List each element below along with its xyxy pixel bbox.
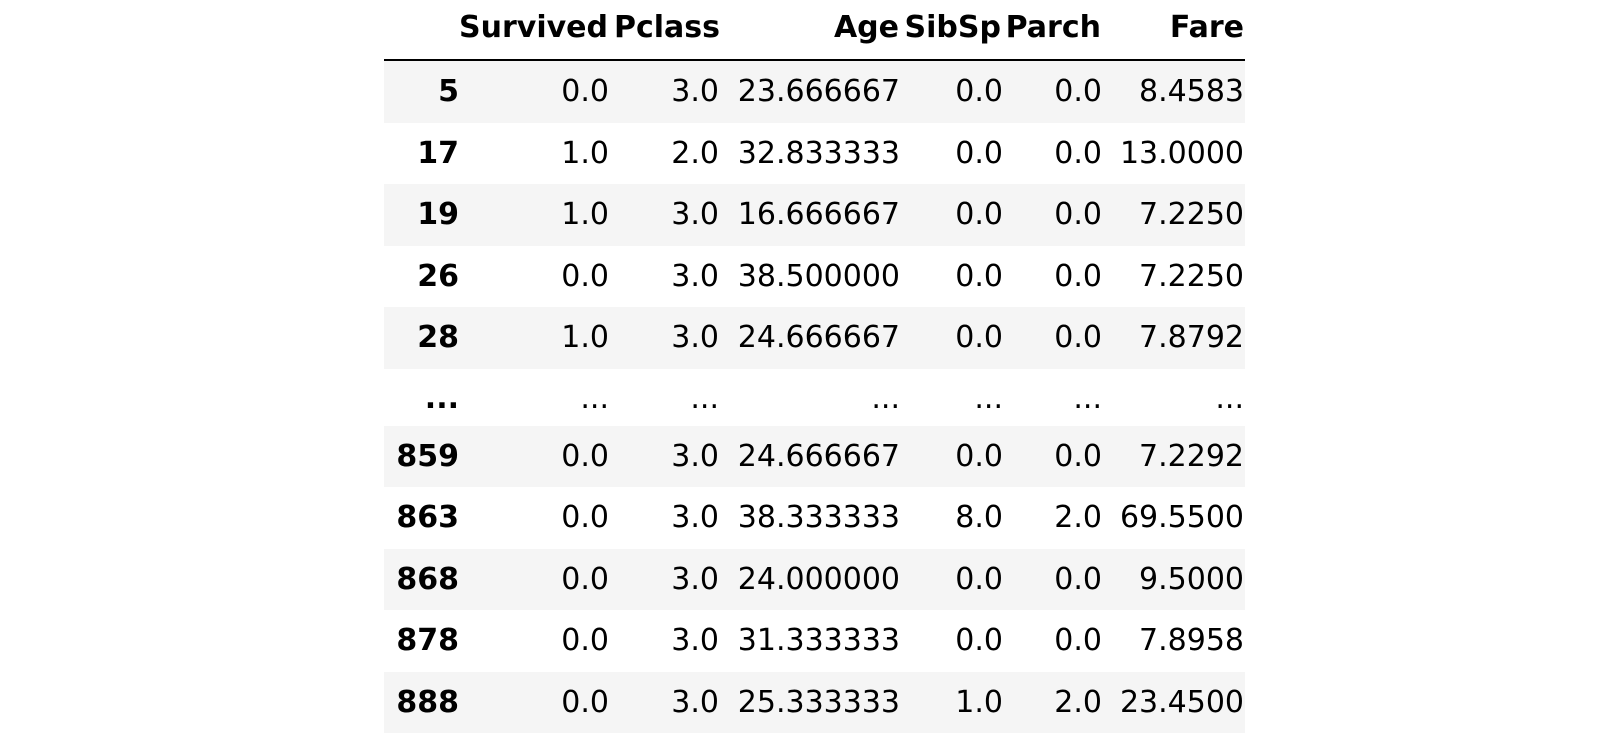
cell-parch: ...: [1073, 380, 1102, 416]
cell-parch: 2.0: [1054, 684, 1102, 720]
cell-survived: 1.0: [561, 320, 609, 356]
table-row: 878 0.0 3.0 31.333333 0.0 0.0 7.8958: [384, 610, 1245, 672]
cell-pclass: 3.0: [671, 500, 719, 536]
row-index: 878: [396, 623, 459, 659]
header-age: Age: [833, 10, 899, 45]
cell-survived: ...: [580, 380, 609, 416]
cell-fare: 9.5000: [1139, 561, 1244, 597]
cell-parch: 0.0: [1054, 438, 1102, 474]
cell-age: 24.000000: [737, 561, 900, 597]
cell-age: 38.500000: [737, 258, 900, 294]
cell-pclass: 3.0: [671, 438, 719, 474]
row-index: 5: [438, 74, 459, 110]
dataframe-table: Survived Pclass Age SibSp Parch Fare 5 0.…: [384, 0, 1245, 733]
row-index: 17: [417, 135, 459, 171]
cell-fare: 7.2292: [1139, 438, 1244, 474]
cell-sibsp: 0.0: [955, 197, 1003, 233]
cell-fare: 7.8792: [1139, 320, 1244, 356]
cell-age: 32.833333: [737, 135, 900, 171]
cell-age: ...: [871, 380, 900, 416]
cell-survived: 0.0: [561, 258, 609, 294]
cell-sibsp: 0.0: [955, 438, 1003, 474]
cell-sibsp: 0.0: [955, 623, 1003, 659]
cell-survived: 1.0: [561, 197, 609, 233]
row-index: 888: [396, 684, 459, 720]
table-row: 26 0.0 3.0 38.500000 0.0 0.0 7.2250: [384, 246, 1245, 308]
cell-sibsp: 0.0: [955, 258, 1003, 294]
row-index: 868: [396, 561, 459, 597]
cell-pclass: 3.0: [671, 561, 719, 597]
cell-age: 25.333333: [737, 684, 900, 720]
cell-pclass: 3.0: [671, 197, 719, 233]
header-fare: Fare: [1169, 10, 1244, 45]
cell-pclass: 3.0: [671, 320, 719, 356]
row-index: 19: [417, 197, 459, 233]
cell-pclass: ...: [690, 380, 719, 416]
cell-fare: 23.4500: [1119, 684, 1244, 720]
cell-age: 24.666667: [737, 320, 900, 356]
table-row: 863 0.0 3.0 38.333333 8.0 2.0 69.5500: [384, 487, 1245, 549]
cell-parch: 0.0: [1054, 623, 1102, 659]
cell-sibsp: 8.0: [955, 500, 1003, 536]
cell-parch: 0.0: [1054, 320, 1102, 356]
cell-age: 38.333333: [737, 500, 900, 536]
cell-sibsp: 0.0: [955, 74, 1003, 110]
header-survived: Survived: [459, 10, 608, 45]
cell-survived: 0.0: [561, 74, 609, 110]
cell-parch: 0.0: [1054, 258, 1102, 294]
cell-survived: 0.0: [561, 500, 609, 536]
cell-pclass: 3.0: [671, 623, 719, 659]
cell-fare: 7.8958: [1139, 623, 1244, 659]
cell-parch: 0.0: [1054, 74, 1102, 110]
table-row: 17 1.0 2.0 32.833333 0.0 0.0 13.0000: [384, 123, 1245, 185]
cell-parch: 0.0: [1054, 197, 1102, 233]
cell-pclass: 3.0: [671, 684, 719, 720]
table-row: 5 0.0 3.0 23.666667 0.0 0.0 8.4583: [384, 61, 1245, 123]
cell-pclass: 3.0: [671, 74, 719, 110]
cell-survived: 1.0: [561, 135, 609, 171]
cell-survived: 0.0: [561, 561, 609, 597]
table-header: Survived Pclass Age SibSp Parch Fare: [384, 0, 1245, 61]
cell-age: 16.666667: [737, 197, 900, 233]
cell-age: 31.333333: [737, 623, 900, 659]
cell-parch: 2.0: [1054, 500, 1102, 536]
cell-fare: 7.2250: [1139, 258, 1244, 294]
table-body: 5 0.0 3.0 23.666667 0.0 0.0 8.4583 17 1.0 2.0 32.8…: [384, 61, 1245, 733]
cell-sibsp: ...: [974, 380, 1003, 416]
row-index: 859: [396, 438, 459, 474]
table-row-ellipsis: .....................: [384, 369, 1245, 426]
cell-survived: 0.0: [561, 623, 609, 659]
cell-sibsp: 1.0: [955, 684, 1003, 720]
cell-fare: 13.0000: [1119, 135, 1244, 171]
cell-survived: 0.0: [561, 438, 609, 474]
table-row: 868 0.0 3.0 24.000000 0.0 0.0 9.5000: [384, 548, 1245, 610]
cell-parch: 0.0: [1054, 561, 1102, 597]
cell-fare: 8.4583: [1139, 74, 1244, 110]
cell-fare: ...: [1215, 380, 1244, 416]
cell-sibsp: 0.0: [955, 135, 1003, 171]
cell-sibsp: 0.0: [955, 561, 1003, 597]
row-index: ...: [424, 380, 459, 416]
row-index: 863: [396, 500, 459, 536]
row-index: 26: [417, 258, 459, 294]
row-index: 28: [417, 320, 459, 356]
header-sibsp: SibSp: [904, 10, 1001, 45]
cell-survived: 0.0: [561, 684, 609, 720]
cell-pclass: 3.0: [671, 258, 719, 294]
table-row: 19 1.0 3.0 16.666667 0.0 0.0 7.2250: [384, 184, 1245, 246]
cell-age: 24.666667: [737, 438, 900, 474]
table-row: 859 0.0 3.0 24.666667 0.0 0.0 7.2292: [384, 425, 1245, 487]
header-pclass: Pclass: [613, 10, 720, 45]
cell-fare: 7.2250: [1139, 197, 1244, 233]
cell-pclass: 2.0: [671, 135, 719, 171]
cell-sibsp: 0.0: [955, 320, 1003, 356]
cell-parch: 0.0: [1054, 135, 1102, 171]
header-parch: Parch: [1005, 10, 1101, 45]
cell-fare: 69.5500: [1119, 500, 1244, 536]
table-row: 28 1.0 3.0 24.666667 0.0 0.0 7.8792: [384, 307, 1245, 369]
cell-age: 23.666667: [737, 74, 900, 110]
table-row: 888 0.0 3.0 25.333333 1.0 2.0 23.4500: [384, 671, 1245, 733]
